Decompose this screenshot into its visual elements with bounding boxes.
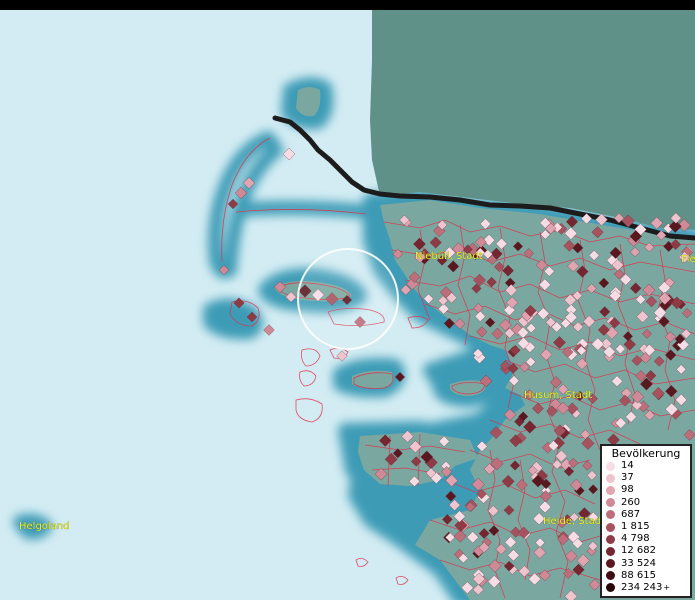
legend-swatch-icon — [606, 473, 615, 483]
map-canvas[interactable]: Niebüll, Stadt Husum, Stadt Heide, Stadt… — [0, 10, 695, 600]
legend-swatch-icon — [606, 546, 615, 556]
legend-swatch-icon — [606, 534, 615, 544]
legend-item: 98 — [606, 484, 690, 496]
place-label-niebuell[interactable]: Niebüll, Stadt — [415, 251, 483, 262]
legend-item-label: 88 615 — [621, 569, 656, 581]
legend-item: 234 243 + — [606, 582, 690, 594]
legend-swatch-icon — [606, 485, 615, 495]
legend-swatch-icon — [606, 571, 615, 581]
legend-item-label: 98 — [621, 484, 634, 496]
top-black-bar — [0, 0, 695, 10]
legend-item-label: 260 — [621, 496, 641, 508]
place-label-flensburg[interactable]: Fle — [681, 254, 695, 265]
legend-item: 14 — [606, 460, 690, 472]
legend-item-label: 1 815 — [621, 521, 650, 533]
legend-swatch-icon — [606, 559, 615, 569]
legend-item-label: 37 — [621, 472, 634, 484]
legend-swatch-icon — [606, 583, 615, 593]
legend-item-label: 12 682 — [621, 545, 656, 557]
legend-list: 14 37 98 260 687 1 815 4 798 12 682 33 524 88 615… — [602, 460, 690, 594]
legend-item-suffix: + — [663, 582, 671, 592]
place-label-heide[interactable]: Heide, Stadt — [543, 516, 605, 527]
legend-item: 33 524 — [606, 558, 690, 570]
legend-item: 260 — [606, 497, 690, 509]
legend: Bevölkerung 14 37 98 260 687 1 815 4 798 12 682… — [600, 444, 692, 598]
legend-title: Bevölkerung — [611, 447, 681, 460]
legend-swatch-icon — [606, 510, 615, 520]
legend-swatch-icon — [606, 461, 615, 471]
legend-item-label: 4 798 — [621, 533, 650, 545]
legend-item: 12 682 — [606, 545, 690, 557]
legend-swatch-icon — [606, 498, 615, 508]
legend-item: 37 — [606, 472, 690, 484]
place-label-husum[interactable]: Husum, Stadt — [524, 390, 593, 401]
legend-item: 88 615 — [606, 570, 690, 582]
place-label-helgoland[interactable]: Helgoland — [19, 521, 70, 532]
highlight-circle — [297, 248, 399, 350]
legend-swatch-icon — [606, 522, 615, 532]
legend-item: 687 — [606, 509, 690, 521]
legend-item: 1 815 — [606, 521, 690, 533]
legend-item-label: 14 — [621, 460, 634, 472]
legend-item-label: 687 — [621, 508, 641, 520]
legend-item-label: 33 524 — [621, 557, 656, 569]
legend-item: 4 798 — [606, 533, 690, 545]
legend-item-label: 234 243 — [621, 581, 663, 593]
